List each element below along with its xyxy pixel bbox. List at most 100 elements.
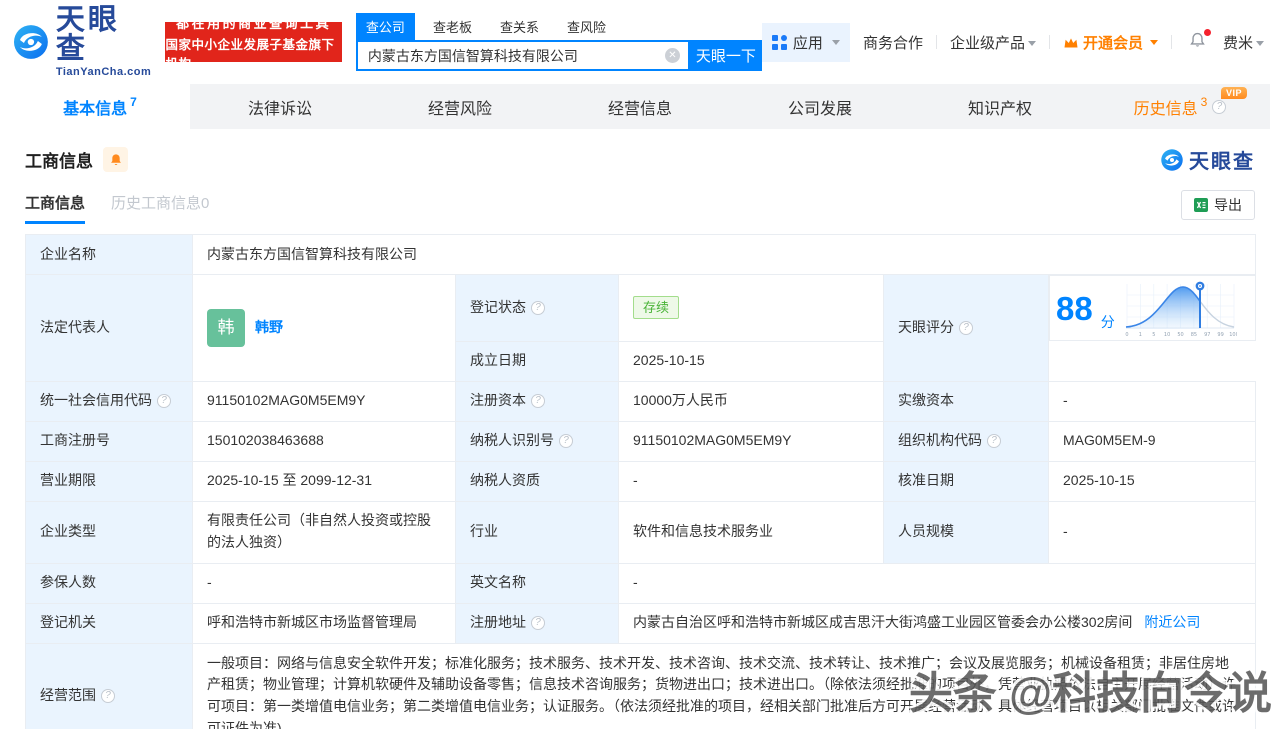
tab-operating-info[interactable]: 经营信息 [550, 84, 730, 129]
industry-value: 软件和信息技术服务业 [618, 500, 884, 564]
english-name-value: - [617, 562, 1257, 604]
search-tab-boss[interactable]: 查老板 [423, 13, 482, 40]
user-menu[interactable]: 费米 [1223, 32, 1264, 53]
notification-bell[interactable] [1185, 28, 1211, 55]
open-vip-link[interactable]: 开通会员 [1063, 32, 1158, 53]
approval-date-value: 2025-10-15 [1047, 460, 1257, 502]
clear-search-icon[interactable]: ✕ [664, 48, 680, 63]
label-text: 统一社会信用代码 [40, 392, 152, 409]
divider [1170, 35, 1172, 49]
table-row: 企业类型 有限责任公司（非自然人投资或控股的法人独资） 行业 软件和信息技术服务… [25, 500, 1257, 564]
taxpayer-quality-label: 纳税人资质 [455, 460, 619, 502]
reg-number-label: 工商注册号 [25, 420, 193, 462]
table-row: 登记机关 呼和浩特市新城区市场监督管理局 注册地址? 内蒙古自治区呼和浩特市新城… [25, 602, 1257, 644]
company-type-label: 企业类型 [25, 500, 193, 564]
table-row: 经营范围? 一般项目：网络与信息安全软件开发；标准化服务；技术服务、技术开发、技… [25, 642, 1257, 729]
apps-menu[interactable]: 应用 [761, 22, 850, 62]
reg-status-label: 登记状态? [455, 274, 619, 342]
help-icon[interactable]: ? [987, 434, 1001, 448]
tab-basic-info[interactable]: 基本信息 7 [10, 84, 190, 129]
promo-banner: 都在用的商业查询工具 国家中小企业发展子基金旗下机构 [165, 16, 342, 71]
help-icon[interactable]: ? [959, 320, 973, 335]
chevron-down-icon [1027, 40, 1036, 46]
search-input-value: 内蒙古东方国信智算科技有限公司 [367, 47, 578, 64]
table-row: 统一社会信用代码? 91150102MAG0M5EM9Y 注册资本? 10000… [25, 380, 1257, 422]
chevron-down-icon [1149, 39, 1158, 45]
search-tab-risk[interactable]: 查风险 [557, 13, 616, 40]
tab-intellectual-property[interactable]: 知识产权 [910, 84, 1090, 129]
company-nav-tabs: 基本信息 7 法律诉讼 经营风险 经营信息 公司发展 知识产权 VIP 历史信息… [10, 84, 1270, 129]
est-date-label: 成立日期 [455, 340, 619, 382]
chevron-down-icon [1256, 40, 1264, 46]
tab-company-development[interactable]: 公司发展 [730, 84, 910, 129]
legal-rep-label: 法定代表人 [25, 274, 193, 382]
taxpayer-quality-value: - [618, 460, 884, 502]
export-label: 导出 [1214, 197, 1242, 213]
search-button[interactable]: 天眼一下 [689, 40, 762, 71]
tab-label: 经营风险 [427, 100, 492, 118]
header-menu: 应用 商务合作 企业级产品 开通会员 费米 [761, 22, 1264, 62]
taxpayer-id-value: 91150102MAG0M5EM9Y [618, 420, 884, 462]
help-icon[interactable]: ? [157, 394, 171, 408]
org-code-label: 组织机构代码? [883, 420, 1049, 462]
business-scope-value: 一般项目：网络与信息安全软件开发；标准化服务；技术服务、技术开发、技术咨询、技术… [191, 642, 1257, 729]
insured-count-label: 参保人数 [25, 562, 193, 604]
business-info-card: 工商信息 天眼查 工商信息 历史工商信息0 导出 企业名称 内蒙古东方国信智算科… [10, 129, 1270, 729]
label-text: 注册地址 [470, 614, 526, 631]
table-row: 法定代表人 韩 韩野 登记状态? 存续 天眼评分? 88 分 0 1 5 10 … [25, 274, 1256, 382]
help-icon[interactable]: ? [531, 394, 545, 408]
help-icon[interactable]: ? [1212, 99, 1227, 114]
staff-size-label: 人员规模 [883, 500, 1049, 564]
reg-address-label: 注册地址? [455, 602, 619, 644]
subtab-business-info[interactable]: 工商信息 [25, 192, 86, 224]
uscc-value: 91150102MAG0M5EM9Y [192, 380, 456, 422]
export-button[interactable]: 导出 [1181, 190, 1255, 220]
enterprise-products-link[interactable]: 企业级产品 [950, 32, 1036, 53]
section-title: 工商信息 [25, 152, 93, 171]
tab-label: 法律诉讼 [247, 100, 312, 118]
search-tab-relation[interactable]: 查关系 [490, 13, 549, 40]
help-icon[interactable]: ? [531, 300, 545, 315]
taxpayer-id-label: 纳税人识别号? [455, 420, 619, 462]
tab-label: 知识产权 [967, 100, 1032, 118]
score-label: 天眼评分? [883, 274, 1049, 382]
reg-address-value: 内蒙古自治区呼和浩特市新城区成吉思汗大街鸿盛工业园区管委会办公楼302房间 [633, 614, 1133, 631]
reg-authority-value: 呼和浩特市新城区市场监督管理局 [192, 602, 456, 644]
org-code-value: MAG0M5EM-9 [1047, 420, 1257, 462]
table-row: 企业名称 内蒙古东方国信智算科技有限公司 [25, 234, 1257, 275]
tianyancha-brand-mark: 天眼查 [1160, 145, 1255, 174]
help-icon[interactable]: ? [531, 616, 545, 630]
search-tab-company[interactable]: 查公司 [355, 13, 415, 40]
tab-legal-proceedings[interactable]: 法律诉讼 [190, 84, 370, 129]
tab-label: 经营信息 [607, 100, 672, 118]
score-unit: 分 [1100, 314, 1115, 331]
help-icon[interactable]: ? [101, 689, 115, 703]
avatar: 韩 [207, 308, 245, 347]
tab-operating-risk[interactable]: 经营风险 [370, 84, 550, 129]
business-term-label: 营业期限 [25, 460, 193, 502]
business-cooperation-link[interactable]: 商务合作 [863, 32, 923, 53]
subscribe-bell-button[interactable] [103, 147, 128, 172]
nearby-companies-link[interactable]: 附近公司 [1144, 614, 1200, 630]
username: 费米 [1222, 34, 1253, 52]
label-text: 纳税人识别号 [470, 432, 554, 449]
apps-grid-icon [771, 34, 787, 50]
svg-text:1: 1 [1139, 332, 1142, 338]
approval-date-label: 核准日期 [883, 460, 1049, 502]
reg-address-cell: 内蒙古自治区呼和浩特市新城区成吉思汗大街鸿盛工业园区管委会办公楼302房间 附近公… [617, 602, 1257, 644]
tab-count: 7 [130, 94, 137, 109]
paid-capital-value: - [1047, 380, 1257, 422]
tab-history-info[interactable]: VIP 历史信息 3 ? [1090, 84, 1270, 129]
tianyancha-logo[interactable]: 天眼查 TianYanCha.com [12, 6, 151, 78]
search-input[interactable]: 内蒙古东方国信智算科技有限公司 ✕ [355, 40, 690, 71]
logo-title: 天眼查 [55, 4, 120, 65]
subtab-history-business-info[interactable]: 历史工商信息0 [111, 192, 209, 224]
tianyancha-logo-icon [1161, 148, 1183, 171]
promo-line2: 国家中小企业发展子基金旗下机构 [165, 37, 335, 71]
tianyancha-logo-icon [13, 25, 48, 59]
reg-authority-label: 登记机关 [25, 602, 193, 644]
help-icon[interactable]: ? [559, 434, 573, 448]
label-text: 经营范围 [40, 687, 96, 704]
legal-rep-link[interactable]: 韩野 [255, 317, 283, 339]
industry-label: 行业 [455, 500, 619, 564]
